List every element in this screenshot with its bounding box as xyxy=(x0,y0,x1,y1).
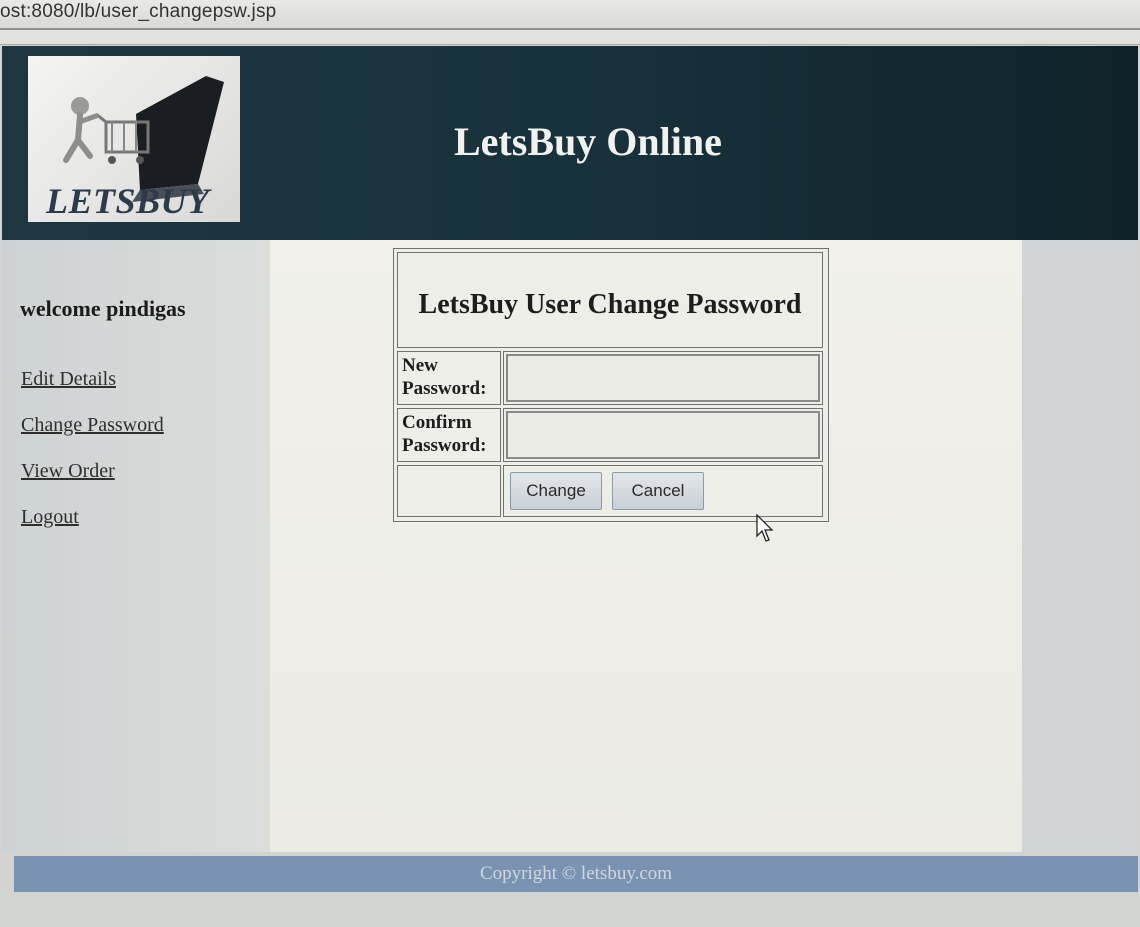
confirm-password-label-cell: Confirm Password: xyxy=(397,408,501,462)
form-title: LetsBuy User Change Password xyxy=(418,289,802,320)
new-password-label-cell: New Password: xyxy=(397,351,501,405)
view-order-link[interactable]: View Order xyxy=(21,460,115,483)
new-password-cell xyxy=(503,351,823,405)
welcome-message: welcome pindigas xyxy=(20,296,186,321)
cancel-button[interactable]: Cancel xyxy=(612,472,704,510)
new-password-label: New Password: xyxy=(402,355,487,399)
buttons-cell: Change Cancel xyxy=(503,465,823,517)
browser-window: ost:8080/lb/user_changepsw.jsp LETSBUY L… xyxy=(0,0,1140,927)
logout-link[interactable]: Logout xyxy=(21,506,79,529)
toolbar-strip xyxy=(0,30,1140,45)
change-button[interactable]: Change xyxy=(510,472,602,510)
site-header: LETSBUY LetsBuy Online xyxy=(2,46,1138,240)
address-url[interactable]: ost:8080/lb/user_changepsw.jsp xyxy=(0,1,276,23)
right-margin xyxy=(1022,240,1138,852)
confirm-password-label: Confirm Password: xyxy=(402,412,487,456)
mouse-cursor-icon xyxy=(756,514,774,542)
confirm-password-cell xyxy=(503,408,823,462)
form-title-cell: LetsBuy User Change Password xyxy=(397,252,823,348)
change-password-link[interactable]: Change Password xyxy=(21,414,164,437)
logo-text: LETSBUY xyxy=(46,181,210,221)
change-password-form: LetsBuy User Change Password New Passwor… xyxy=(393,248,829,522)
site-title: LetsBuy Online xyxy=(454,119,722,164)
site-footer: Copyright © letsbuy.com xyxy=(14,856,1138,892)
confirm-password-input[interactable] xyxy=(506,411,820,459)
edit-details-link[interactable]: Edit Details xyxy=(21,368,116,391)
copyright-text: Copyright © letsbuy.com xyxy=(479,863,673,884)
site-logo[interactable]: LETSBUY xyxy=(28,56,240,222)
address-bar[interactable]: ost:8080/lb/user_changepsw.jsp xyxy=(0,0,1140,30)
new-password-input[interactable] xyxy=(506,354,820,402)
empty-cell xyxy=(397,465,501,517)
page-bottom xyxy=(0,892,1140,927)
sidebar: welcome pindigas Edit Details Change Pas… xyxy=(2,240,270,852)
